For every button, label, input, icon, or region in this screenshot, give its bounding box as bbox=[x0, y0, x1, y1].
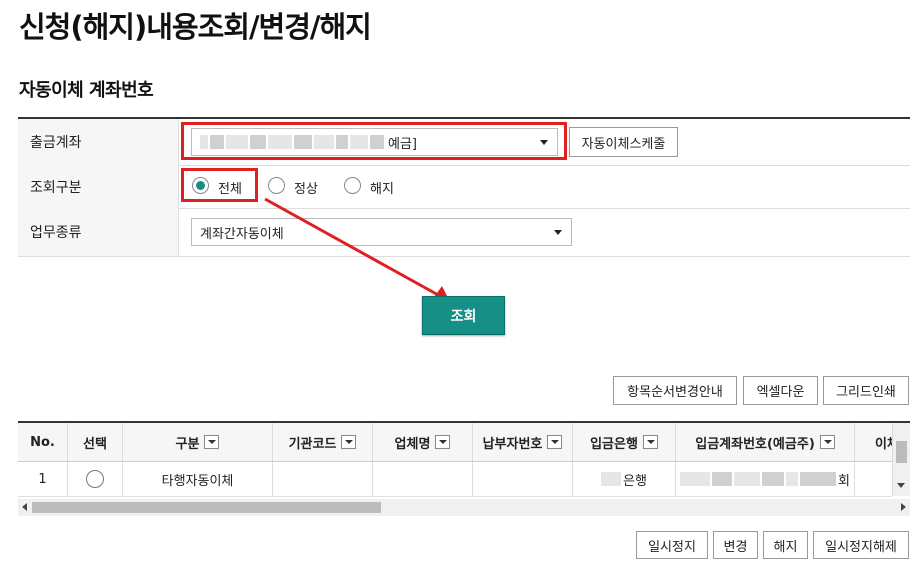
filter-dropdown-icon[interactable] bbox=[341, 435, 357, 449]
col-no: No. bbox=[18, 423, 68, 461]
cancel-button[interactable]: 해지 bbox=[763, 531, 808, 559]
filter-dropdown-icon[interactable] bbox=[547, 435, 563, 449]
resume-button[interactable]: 일시정지해제 bbox=[813, 531, 909, 559]
col-org-code[interactable]: 기관코드 bbox=[273, 423, 373, 461]
table-header: No. 선택 구분 기관코드 업체명 납부자번호 입금은행 입금계좌번호(예금주… bbox=[18, 423, 892, 462]
filter-dropdown-icon[interactable] bbox=[204, 435, 220, 449]
col-transfer: 이체 bbox=[875, 436, 892, 452]
horizontal-scroll-thumb[interactable] bbox=[32, 502, 381, 513]
pause-button[interactable]: 일시정지 bbox=[636, 531, 708, 559]
row-no: 1 bbox=[18, 462, 68, 496]
row-org-code bbox=[273, 462, 373, 496]
filter-dropdown-icon[interactable] bbox=[642, 435, 658, 449]
scroll-right-icon[interactable] bbox=[901, 503, 906, 511]
col-payer-number[interactable]: 납부자번호 bbox=[473, 423, 573, 461]
filter-dropdown-icon[interactable] bbox=[435, 435, 451, 449]
horizontal-scrollbar[interactable] bbox=[18, 499, 910, 516]
table-row[interactable]: 1 타행자동이체 은행 회 bbox=[18, 462, 892, 497]
grid-print-button[interactable]: 그리드인쇄 bbox=[823, 376, 909, 405]
vertical-scrollbar[interactable] bbox=[892, 423, 910, 496]
row-transfer bbox=[855, 462, 892, 496]
col-deposit-account[interactable]: 입금계좌번호(예금주) bbox=[676, 423, 855, 461]
filter-dropdown-icon[interactable] bbox=[819, 435, 835, 449]
change-button[interactable]: 변경 bbox=[713, 531, 758, 559]
result-grid: No. 선택 구분 기관코드 업체명 납부자번호 입금은행 입금계좌번호(예금주… bbox=[18, 421, 910, 518]
scroll-down-icon[interactable] bbox=[897, 483, 905, 488]
col-company[interactable]: 업체명 bbox=[373, 423, 473, 461]
row-type: 타행자동이체 bbox=[123, 462, 273, 496]
row-company bbox=[373, 462, 473, 496]
col-deposit-bank[interactable]: 입금은행 bbox=[573, 423, 676, 461]
row-select-radio[interactable] bbox=[86, 470, 104, 488]
row-payer-number bbox=[473, 462, 573, 496]
excel-download-button[interactable]: 엑셀다운 bbox=[743, 376, 818, 405]
row-deposit-account: 회 bbox=[676, 462, 855, 496]
row-select-cell bbox=[68, 462, 123, 496]
col-type[interactable]: 구분 bbox=[123, 423, 273, 461]
column-order-guide-button[interactable]: 항목순서변경안내 bbox=[613, 376, 737, 405]
search-button[interactable]: 조회 bbox=[422, 296, 505, 335]
scroll-left-icon[interactable] bbox=[22, 503, 27, 511]
row-deposit-bank: 은행 bbox=[573, 462, 676, 496]
col-select: 선택 bbox=[68, 423, 123, 461]
vertical-scroll-thumb[interactable] bbox=[896, 441, 907, 463]
